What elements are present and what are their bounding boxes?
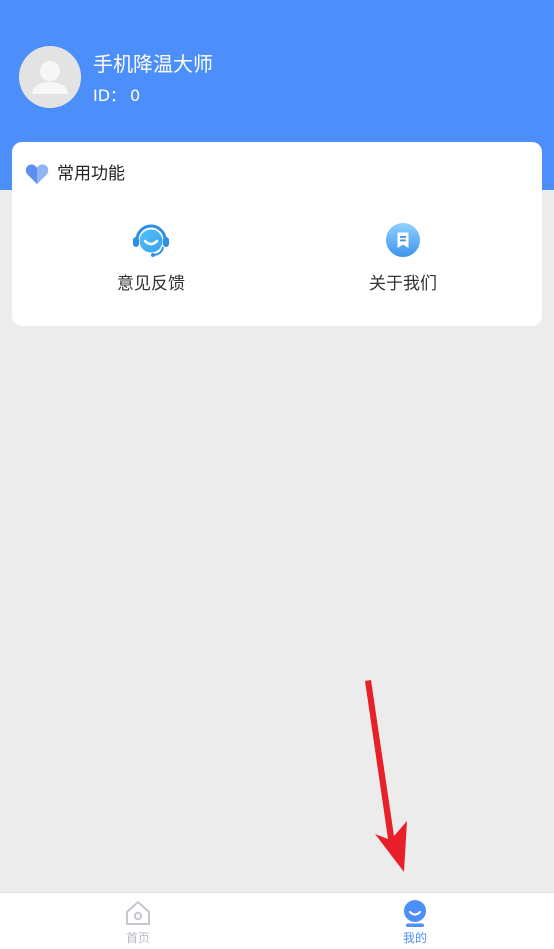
red-arrow-annotation [365,680,407,872]
user-icon [404,900,426,927]
about-us-label: 关于我们 [369,274,437,294]
user-id-label: ID： [93,86,127,105]
default-avatar-icon [19,46,81,108]
document-icon [386,223,420,257]
feedback-button[interactable]: 意见反馈 [51,220,251,300]
tab-mine-label: 我的 [402,931,427,945]
card-header: 常用功能 [25,162,125,186]
tab-home[interactable]: 首页 [78,893,198,949]
avatar[interactable] [19,46,81,108]
mine-page: 手机降温大师 ID： 0 常用功能 意见反馈 关于我们 首页 我的 [0,0,554,949]
about-us-button[interactable]: 关于我们 [303,220,503,300]
user-name: 手机降温大师 [93,52,213,76]
user-id-value: 0 [130,86,141,105]
feedback-label: 意见反馈 [117,274,185,294]
tab-mine[interactable]: 我的 [355,893,475,949]
card-title: 常用功能 [57,164,125,184]
tab-home-label: 首页 [125,931,150,945]
customer-service-icon [133,224,169,257]
home-icon [126,901,150,925]
common-functions-card: 常用功能 意见反馈 关于我们 [12,142,542,326]
user-id: ID： 0 [93,86,140,106]
bottom-tab-bar: 首页 我的 [0,892,554,949]
heart-icon [25,164,49,184]
